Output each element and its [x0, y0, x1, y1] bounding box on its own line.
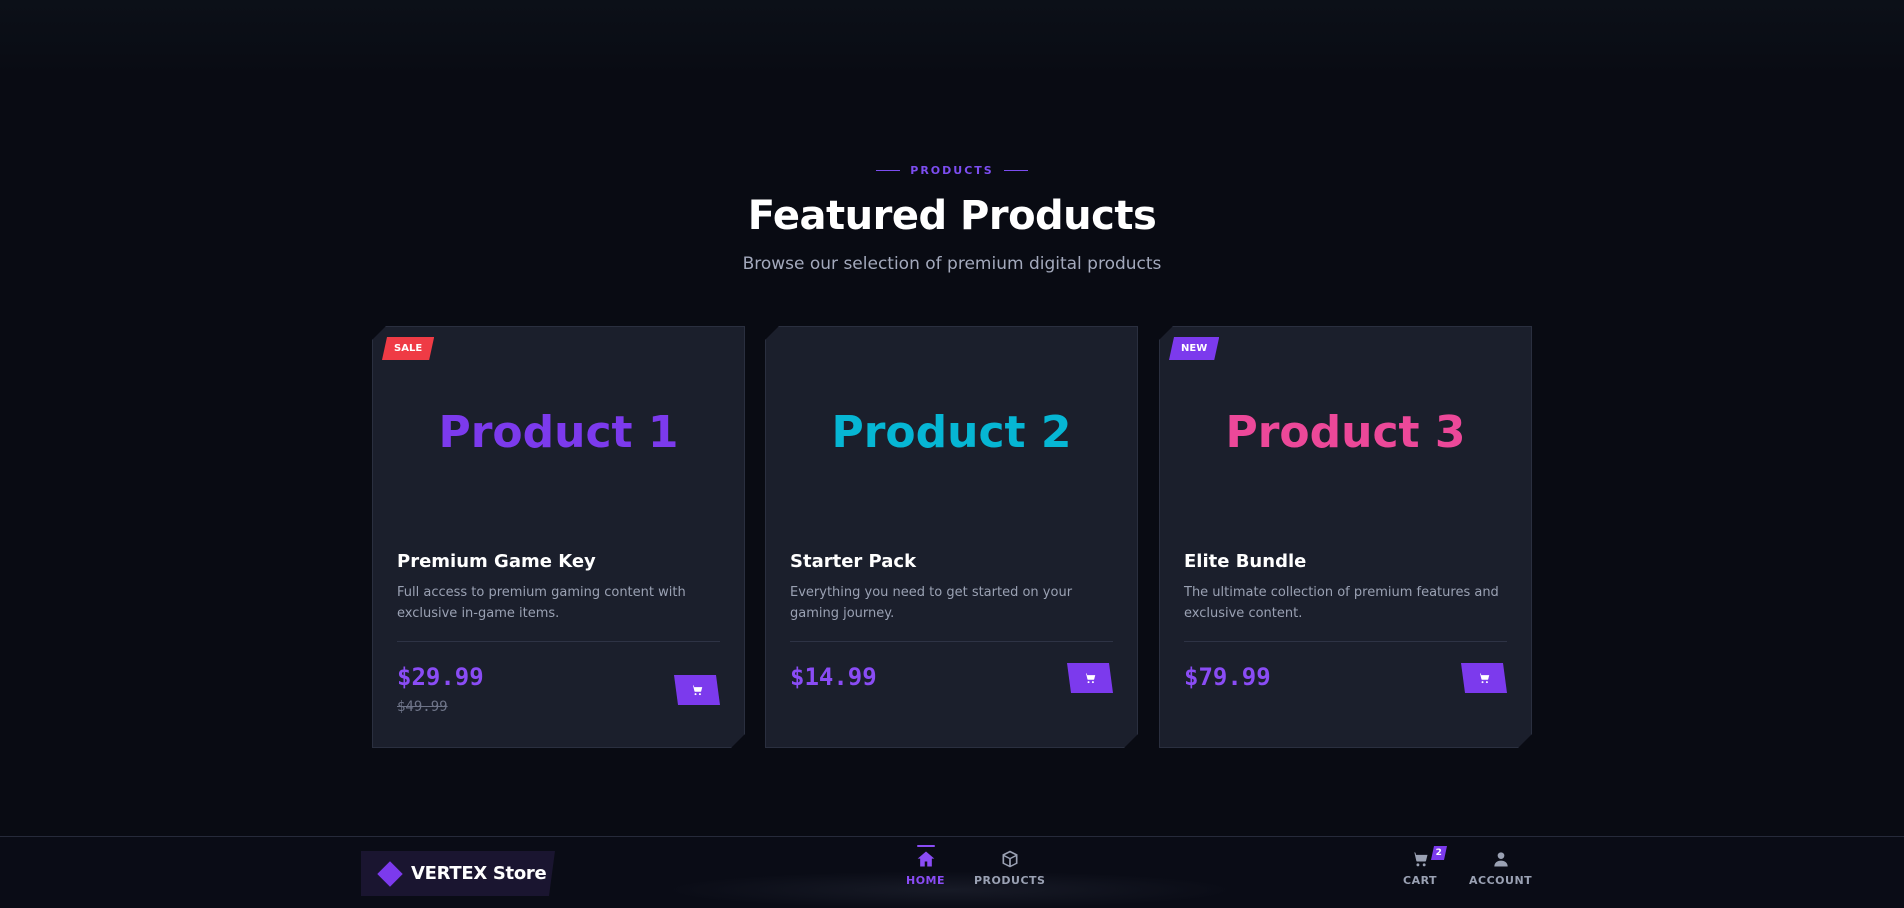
nav-cart[interactable]: 2 CART — [1403, 849, 1437, 887]
section-title: Featured Products — [747, 193, 1157, 239]
price-area: $29.99 $49.99 — [397, 663, 484, 715]
card-divider — [790, 641, 1113, 642]
cart-icon — [1477, 671, 1491, 685]
product-description: Full access to premium gaming content wi… — [397, 585, 686, 621]
brand-name: VERTEX Store — [411, 863, 547, 884]
diamond-logo-icon — [377, 861, 402, 886]
product-name[interactable]: Starter Pack — [790, 551, 1113, 572]
product-price: $29.99 — [397, 663, 484, 691]
nav-cart-label: CART — [1403, 874, 1438, 887]
product-image-placeholder: Product 1 — [438, 407, 679, 458]
add-to-cart-button[interactable] — [1461, 663, 1507, 693]
featured-section-header: PRODUCTS Featured Products Browse our se… — [0, 160, 1904, 275]
cart-icon — [1412, 852, 1428, 867]
box-icon — [1002, 850, 1018, 868]
product-description: Everything you need to get started on yo… — [790, 585, 1073, 621]
page: PRODUCTS Featured Products Browse our se… — [0, 0, 1904, 908]
product-card[interactable]: NEW Product 3 Elite Bundle The ultimate … — [1159, 326, 1532, 748]
product-image-placeholder: Product 3 — [1225, 407, 1466, 458]
add-to-cart-button[interactable] — [1067, 663, 1113, 693]
nav-home[interactable]: HOME — [906, 845, 946, 887]
product-price: $79.99 — [1184, 663, 1271, 691]
nav-account-label: ACCOUNT — [1469, 874, 1533, 887]
cart-count-badge: 2 — [1431, 846, 1447, 860]
product-card[interactable]: Product 2 Starter Pack Everything you ne… — [765, 326, 1138, 748]
eyebrow-text: PRODUCTS — [910, 163, 994, 177]
add-to-cart-button[interactable] — [674, 675, 720, 705]
cart-icon — [1083, 671, 1097, 685]
card-divider — [397, 641, 720, 642]
product-grid: SALE Product 1 Premium Game Key Full acc… — [372, 326, 1532, 748]
product-name[interactable]: Premium Game Key — [397, 551, 720, 572]
nav-products-label: PRODUCTS — [974, 874, 1046, 887]
product-info: Starter Pack Everything you need to get … — [790, 551, 1113, 624]
brand-logo[interactable]: VERTEX Store — [361, 851, 555, 896]
price-area: $14.99 — [790, 663, 877, 691]
sale-badge: SALE — [382, 337, 434, 360]
product-card[interactable]: SALE Product 1 Premium Game Key Full acc… — [372, 326, 745, 748]
product-info: Elite Bundle The ultimate collection of … — [1184, 551, 1507, 624]
original-price: $49.99 — [397, 699, 448, 715]
product-image-placeholder: Product 2 — [831, 407, 1072, 458]
top-banner-edge — [0, 0, 1904, 72]
section-eyebrow: PRODUCTS — [0, 160, 1904, 180]
section-subtitle: Browse our selection of premium digital … — [742, 254, 1162, 274]
nav-account[interactable]: ACCOUNT — [1469, 849, 1532, 887]
product-description: The ultimate collection of premium featu… — [1184, 585, 1499, 621]
nav-products[interactable]: PRODUCTS — [974, 849, 1045, 887]
bar-glow — [660, 871, 1240, 908]
bottom-nav-bar: VERTEX Store HOME PRODUCTS 2 CART ACCOUN… — [0, 836, 1904, 908]
product-price: $14.99 — [790, 663, 877, 691]
product-name[interactable]: Elite Bundle — [1184, 551, 1507, 572]
home-icon — [917, 851, 934, 867]
card-divider — [1184, 641, 1507, 642]
eyebrow-line-right — [1003, 169, 1028, 171]
user-icon — [1493, 852, 1508, 867]
eyebrow-line-left — [876, 169, 901, 171]
nav-home-label: HOME — [906, 874, 946, 887]
product-info: Premium Game Key Full access to premium … — [397, 551, 720, 624]
cart-icon — [690, 683, 704, 697]
new-badge: NEW — [1169, 337, 1219, 360]
price-area: $79.99 — [1184, 663, 1271, 691]
